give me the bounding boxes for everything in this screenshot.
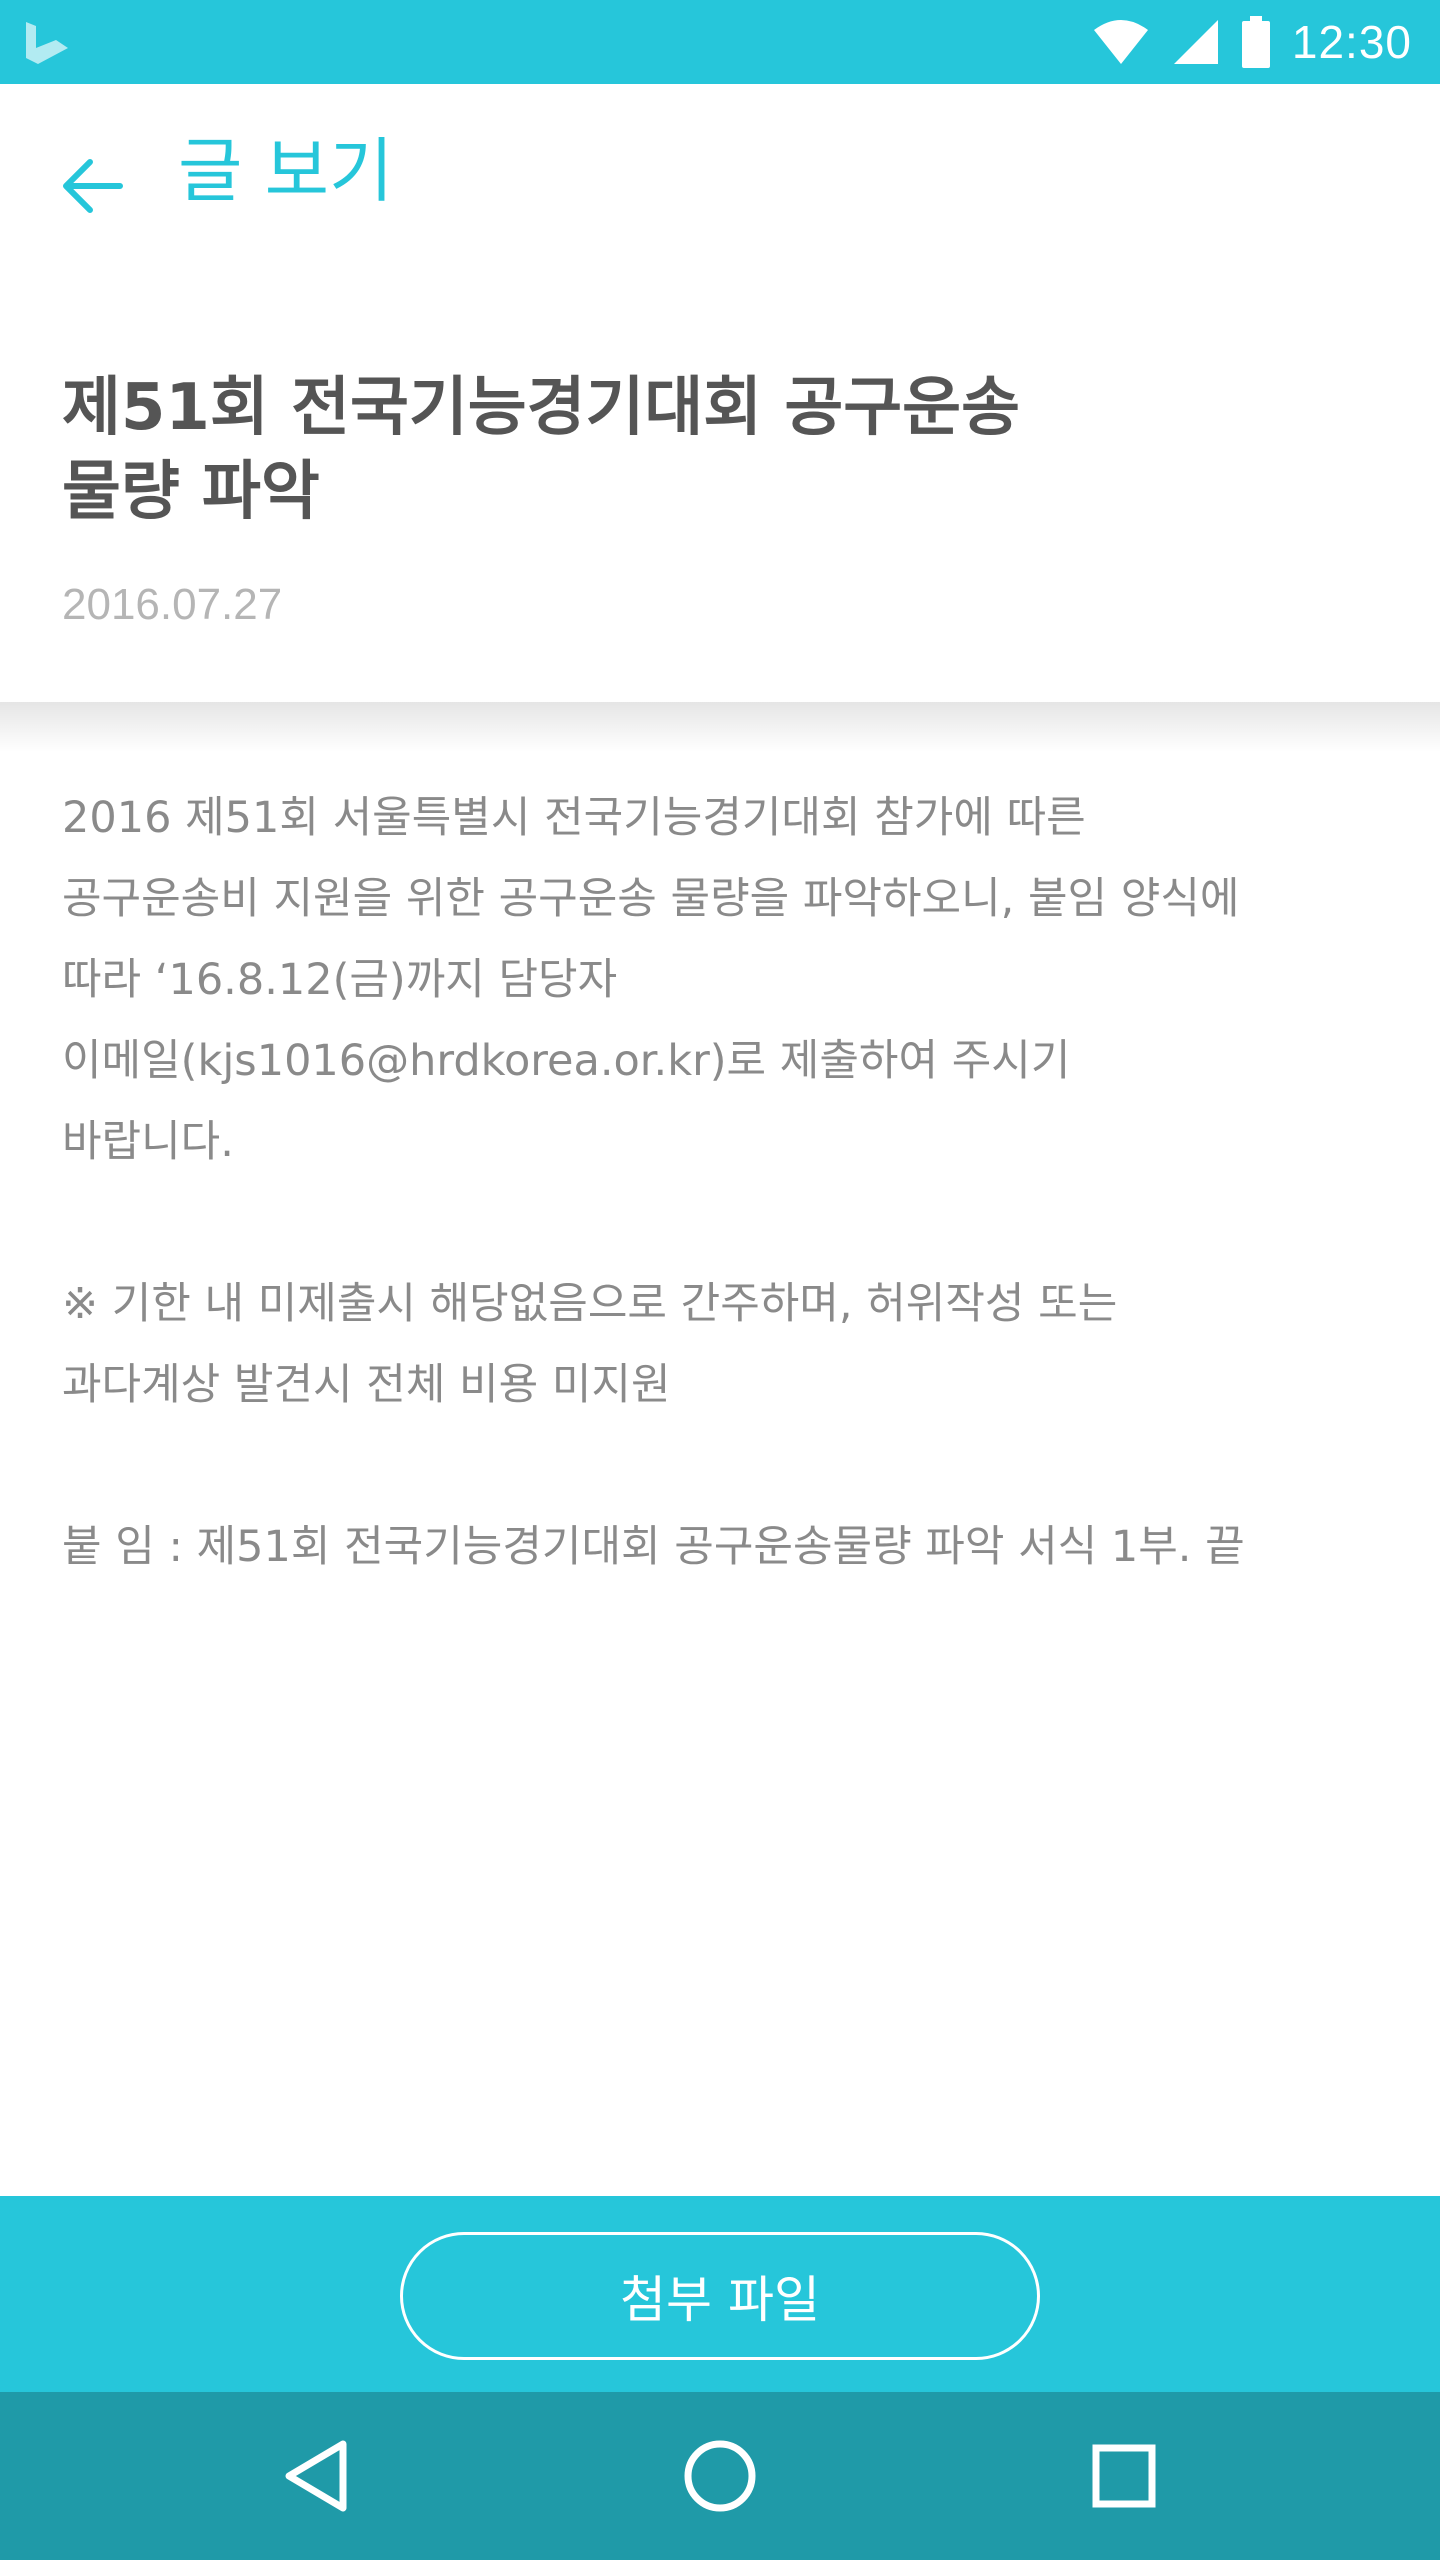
back-triangle-icon [285,2440,347,2512]
post-title-line-1: 제51회 전국기능경기대회 공구운송 [62,371,1020,445]
status-bar: 12:30 [0,0,1440,84]
post-date: 2016.07.27 [62,580,283,629]
home-circle-icon [684,2440,756,2512]
cell-signal-icon [1173,20,1218,64]
body-line: 바랍니다. [62,1117,234,1167]
screen: 12:30 글 보기 제51회 전국기능경기대회 공구운송 물량 파악 2016… [0,0,1440,2560]
notice-line: ※ 기한 내 미제출시 해당없음으로 간주하며, 허위작성 또는 [62,1279,1118,1329]
nav-home-button[interactable] [670,2426,770,2526]
app-bar: 글 보기 [0,84,1440,284]
recents-square-icon [1092,2444,1156,2508]
attach-bar: 첨부 파일 [0,2196,1440,2392]
post-title: 제51회 전국기능경기대회 공구운송 물량 파악 [62,366,1242,534]
battery-icon [1241,16,1270,68]
body-line: 이메일(kjs1016@hrdkorea.or.kr)로 제출하여 주시기 [62,1036,1071,1086]
body-line: 따라 ‘16.8.12(금)까지 담당자 [62,955,618,1005]
status-time: 12:30 [1291,16,1412,68]
attachment-button-label: 첨부 파일 [620,2271,820,2329]
wifi-icon [1093,20,1148,64]
back-button[interactable] [50,144,134,228]
body-line: 2016 제51회 서울특별시 전국기능경기대회 참가에 따른 [62,793,1086,843]
post-body: 2016 제51회 서울특별시 전국기능경기대회 참가에 따른 공구운송비 지원… [62,778,1392,1588]
nav-recents-button[interactable] [1074,2426,1174,2526]
navigation-bar [0,2392,1440,2560]
status-icons: 12:30 [1092,0,1412,84]
arrow-left-icon [63,159,123,213]
page-title: 글 보기 [178,130,394,212]
header-shadow [0,702,1440,752]
attachment-line: 붙 임 : 제51회 전국기능경기대회 공구운송물량 파악 서식 1부. 끝 [62,1522,1245,1572]
notice-line: 과다계상 발견시 전체 비용 미지원 [62,1360,671,1410]
attachment-button[interactable]: 첨부 파일 [400,2232,1040,2360]
nav-back-button[interactable] [266,2426,366,2526]
body-line: 공구운송비 지원을 위한 공구운송 물량을 파악하오니, 붙임 양식에 [62,874,1240,924]
post-header: 제51회 전국기능경기대회 공구운송 물량 파악 2016.07.27 [0,284,1440,702]
app-logo-icon [26,22,68,64]
post-title-line-2: 물량 파악 [62,455,320,529]
